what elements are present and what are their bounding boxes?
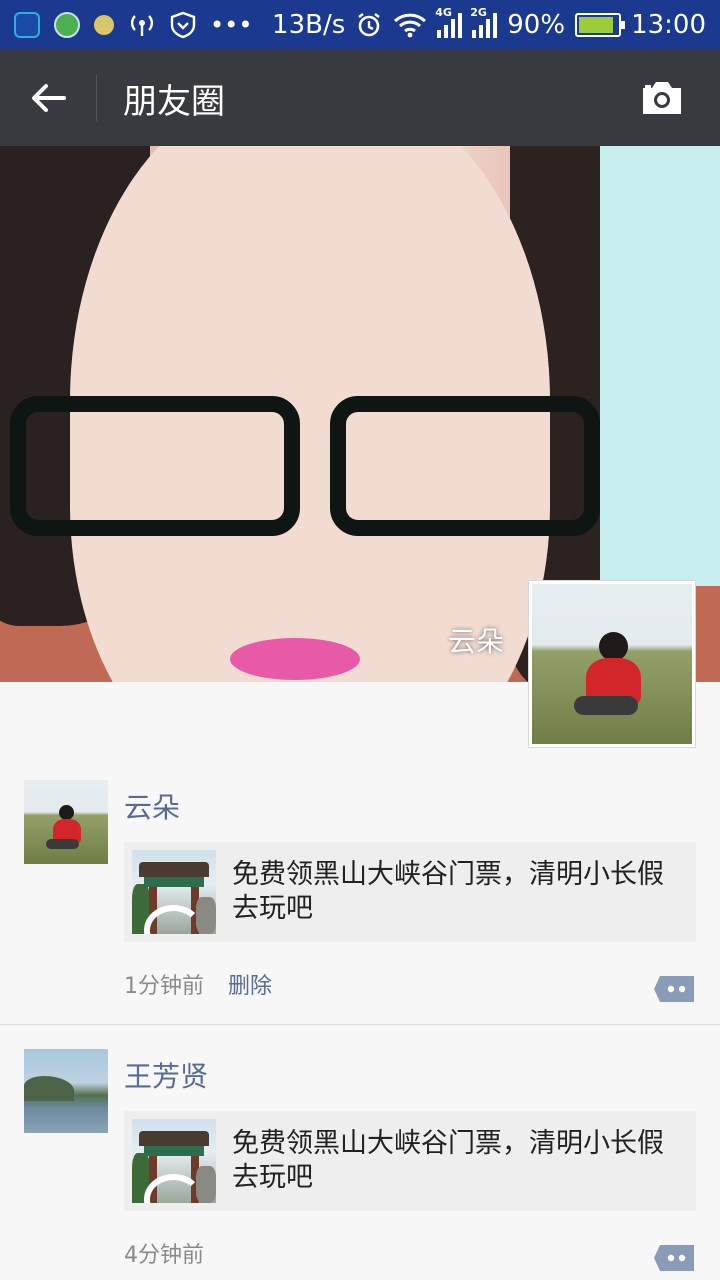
vpn-shield-icon	[170, 11, 196, 39]
comment-button[interactable]	[652, 974, 696, 1004]
post-author-name[interactable]: 王芳贤	[124, 1055, 208, 1095]
shared-link-title: 免费领黑山大峡谷门票，清明小长假去玩吧	[232, 859, 664, 924]
wifi-icon	[393, 12, 427, 38]
status-bar: ••• 13B/s 4G 2G 90% 13:00	[0, 0, 720, 50]
clock: 13:00	[631, 10, 706, 40]
post-author-name[interactable]: 云朵	[124, 786, 180, 826]
notification-dot-icon	[94, 15, 114, 35]
app-bar: 朋友圈	[0, 50, 720, 146]
comment-button[interactable]	[652, 1243, 696, 1273]
shared-link-title: 免费领黑山大峡谷门票，清明小长假去玩吧	[232, 1128, 664, 1193]
post-timestamp: 4分钟前	[124, 1243, 204, 1268]
appbar-divider	[96, 75, 97, 121]
alarm-icon	[355, 11, 383, 39]
hotspot-icon	[128, 11, 156, 39]
profile-avatar[interactable]	[528, 580, 696, 748]
signal-2g-icon: 2G	[470, 6, 498, 38]
signal-4g-tag: 4G	[435, 6, 452, 19]
back-arrow-icon	[32, 84, 66, 112]
notification-app2-icon	[54, 12, 80, 38]
signal-2g-tag: 2G	[470, 6, 487, 19]
battery-icon	[575, 13, 626, 37]
post-author-avatar[interactable]	[24, 1049, 108, 1133]
camera-button[interactable]	[614, 50, 710, 146]
post-timestamp: 1分钟前	[124, 974, 204, 999]
cover-lips	[230, 638, 360, 680]
camera-icon	[643, 82, 681, 114]
cover-user-name: 云朵	[447, 625, 504, 658]
post-divider	[0, 1024, 720, 1025]
profile-avatar-image	[532, 584, 692, 744]
back-button[interactable]	[0, 50, 96, 146]
notification-app-icon	[14, 12, 40, 38]
shared-link-thumbnail	[132, 1119, 216, 1203]
shared-link-card[interactable]: 免费领黑山大峡谷门票，清明小长假去玩吧	[124, 1111, 696, 1211]
comment-more-icon	[654, 1245, 694, 1271]
cover-glasses-right	[330, 396, 600, 536]
battery-fill	[579, 17, 614, 33]
page-title: 朋友圈	[123, 81, 225, 122]
signal-4g-icon: 4G	[435, 6, 463, 38]
more-notifications-icon: •••	[210, 11, 253, 39]
shared-link-thumbnail	[132, 850, 216, 934]
post-author-avatar[interactable]	[24, 780, 108, 864]
shared-link-card[interactable]: 免费领黑山大峡谷门票，清明小长假去玩吧	[124, 842, 696, 942]
net-speed: 13B/s	[272, 10, 346, 40]
battery-percent: 90%	[507, 10, 566, 40]
cover-glasses-left	[10, 396, 300, 536]
comment-more-icon	[654, 976, 694, 1002]
delete-post-link[interactable]: 删除	[228, 968, 272, 1000]
